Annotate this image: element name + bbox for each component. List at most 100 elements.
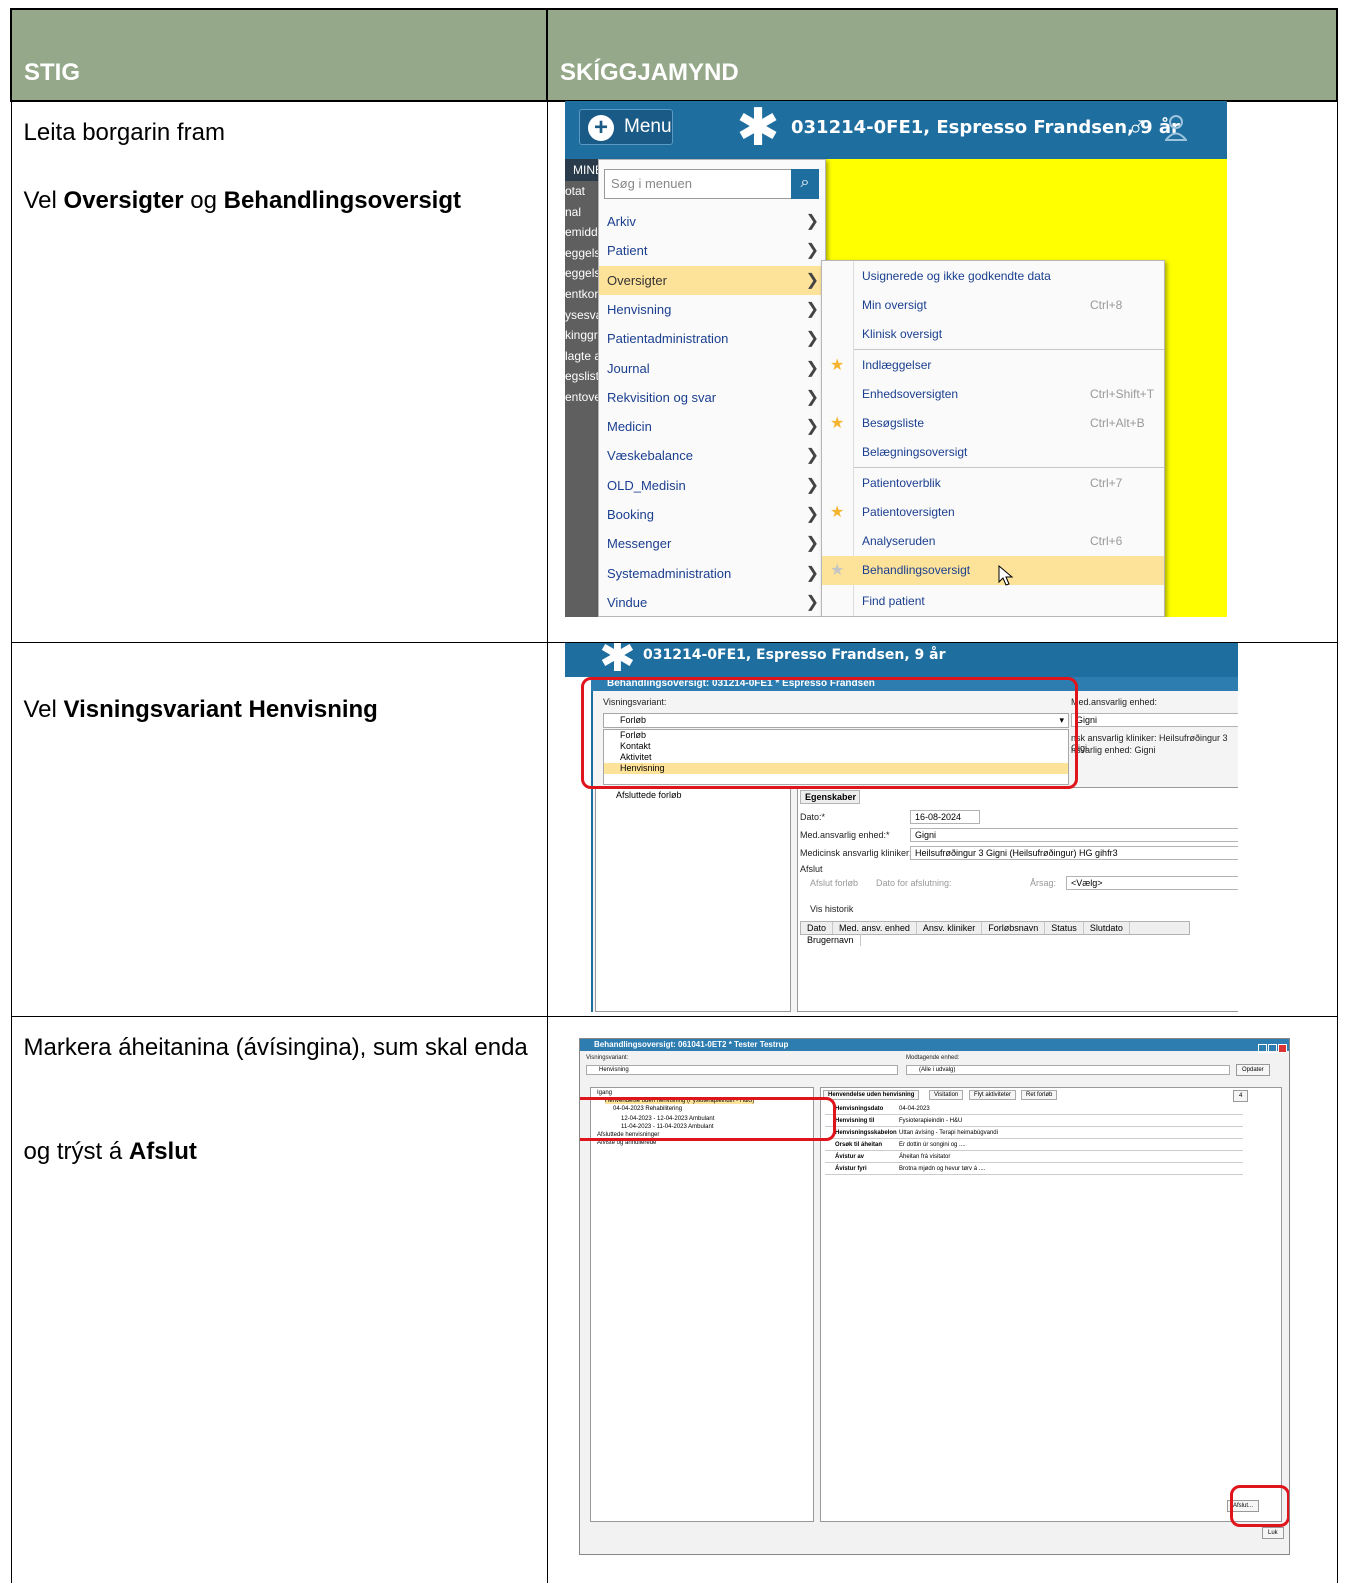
submenu-item[interactable]: Patientoverblik Ctrl+7	[822, 469, 1164, 498]
main-menu-item[interactable]: Væskebalance ❯	[599, 441, 825, 470]
detail-tab[interactable]: Henvendelse uden henvisning	[823, 1090, 920, 1100]
chevron-right-icon: ❯	[805, 388, 819, 406]
app-topbar: + Menu ✱ 031214-0FE1, Espresso Frandsen,…	[565, 101, 1227, 159]
main-menu-item[interactable]: Systemadministration ❯	[599, 559, 825, 588]
highlight-tree-box	[580, 1097, 836, 1141]
grid-column-header[interactable]: Dato	[801, 922, 834, 934]
main-menu-item[interactable]: Patient ❯	[599, 236, 825, 265]
main-menu-item[interactable]: OLD_Medisin ❯	[599, 471, 825, 500]
submenu-item[interactable]: Usignerede og ikke godkendte data	[822, 262, 1164, 291]
star-of-life-icon: ✱	[736, 101, 780, 157]
kliniker-field[interactable]: Heilsufrøðingur 3 Gigni (Heilsufrøðingur…	[910, 846, 1238, 860]
details-panel: Egenskaber Dato:* 16-08-2024 Med.ansvarl…	[797, 787, 1238, 1012]
aarsag-label: Årsag:	[1030, 878, 1057, 888]
step-1-line1: Leita borgarin fram	[23, 119, 225, 146]
chevron-right-icon: ❯	[805, 564, 819, 582]
menu-separator	[854, 349, 1164, 350]
favorite-star-icon[interactable]: ★	[830, 409, 844, 438]
main-menu-item[interactable]: Medicin ❯	[599, 412, 825, 441]
tree-item-closed[interactable]: Afsluttede forløb	[616, 790, 790, 800]
referral-tree[interactable]: Igang Henvendelse uden henvisning (Fysiot…	[590, 1087, 814, 1522]
visning-select[interactable]: Henvisning	[586, 1065, 898, 1075]
detail-field-row: Henvisningsskabelon Uttan ávísing - Terap…	[825, 1128, 1243, 1139]
chevron-right-icon: ❯	[805, 300, 819, 318]
main-menu: Søg i menuen ⌕ Arkiv ❯ Patient ❯ Oversigter ❯…	[598, 159, 826, 617]
shortcut-label: Ctrl+Shift+T	[1090, 387, 1155, 401]
tree-panel[interactable]: Afsluttede forløb	[595, 787, 791, 1012]
grid-column-header[interactable]: Ansv. kliniker	[917, 922, 983, 934]
step-2-text: Vel Visningsvariant Henvisning	[10, 641, 548, 1017]
chevron-right-icon: ❯	[805, 535, 819, 553]
submenu-item[interactable]: ★ Besøgsliste Ctrl+Alt+B	[822, 409, 1164, 438]
shortcut-label: Ctrl+7	[1090, 476, 1123, 490]
tab-egenskaber[interactable]: Egenskaber	[800, 790, 860, 804]
ansvar-label: Med.ansvarlig enhed:	[1071, 697, 1158, 707]
submenu-item[interactable]: ★ Behandlingsoversigt	[822, 556, 1164, 585]
grid-column-header[interactable]: Forløbsnavn	[982, 922, 1046, 934]
main-menu-item[interactable]: Patientadministration ❯	[599, 324, 825, 353]
favorite-star-icon[interactable]: ★	[830, 556, 844, 585]
ansvar-field[interactable]: Gigni	[1071, 713, 1238, 727]
kliniker-label: Medicinsk ansvarlig kliniker:	[800, 848, 912, 858]
tree-item[interactable]: Igang	[597, 1090, 612, 1096]
detail-field-row: Orsøk til áheitan Er dottin úr songini og…	[825, 1140, 1243, 1151]
search-icon[interactable]: ⌕	[791, 169, 819, 199]
favorite-star-icon[interactable]: ★	[830, 351, 844, 380]
grid-column-header[interactable]: Slutdato	[1084, 922, 1130, 934]
main-menu-item[interactable]: Journal ❯	[599, 354, 825, 383]
shortcut-label: Ctrl+Alt+B	[1090, 416, 1145, 430]
submenu-item[interactable]: Min oversigt Ctrl+8	[822, 291, 1164, 320]
main-menu-item[interactable]: Rekvisition og svar ❯	[599, 383, 825, 412]
modt-label: Modtagende enhed:	[906, 1055, 960, 1061]
mouse-cursor-icon	[998, 565, 1014, 586]
luk-button[interactable]: Luk	[1262, 1527, 1284, 1539]
main-menu-item[interactable]: Messenger ❯	[599, 529, 825, 558]
dato-label: Dato:*	[800, 812, 826, 822]
chevron-right-icon: ❯	[805, 359, 819, 377]
modt-select[interactable]: (Alle i udvalg)	[906, 1065, 1230, 1075]
menu-button[interactable]: + Menu	[579, 109, 673, 145]
submenu-item[interactable]: Enhedsoversigten Ctrl+Shift+T	[822, 380, 1164, 409]
detail-field-row: Henvisning til Fysioterapieindin - H&U	[825, 1116, 1243, 1127]
vis-historik-checkbox[interactable]: Vis historik	[810, 904, 853, 914]
main-menu-item[interactable]: Henvisning ❯	[599, 295, 825, 324]
grid-column-header[interactable]: Brugernavn	[801, 934, 861, 946]
detail-tab[interactable]: Flyt aktiviteter	[969, 1090, 1017, 1100]
enhed-field[interactable]: Gigni	[910, 828, 1238, 842]
male-icon: ♂	[1127, 111, 1148, 142]
chevron-right-icon: ❯	[805, 593, 819, 611]
submenu-item[interactable]: Find patient	[822, 587, 1164, 616]
submenu-item[interactable]: ★ Patientoversigten	[822, 498, 1164, 527]
person-icon[interactable]	[1165, 115, 1187, 141]
patient-title: 031214-0FE1, Espresso Frandsen, 9 år	[791, 117, 1180, 138]
opdater-button[interactable]: Opdater	[1236, 1064, 1270, 1076]
afslut-forlob-checkbox[interactable]: Afslut forløb	[810, 878, 858, 888]
chevron-right-icon: ❯	[805, 418, 819, 436]
submenu-item[interactable]: Analyseruden Ctrl+6	[822, 527, 1164, 556]
step-3-text: Markera áheitanina (ávísingina), sum ska…	[10, 1015, 548, 1583]
grid-column-header[interactable]: Status	[1045, 922, 1084, 934]
submenu-item[interactable]: Belægningsoversigt	[822, 438, 1164, 467]
submenu-item[interactable]: ★ Indlæggelser	[822, 351, 1164, 380]
aarsag-select[interactable]: <Vælg>	[1066, 876, 1238, 890]
submenu-item[interactable]: Klinisk oversigt	[822, 320, 1164, 349]
favorite-star-icon[interactable]: ★	[830, 498, 844, 527]
shortcut-label: Ctrl+6	[1090, 534, 1123, 548]
detail-tab[interactable]: Ret forløb	[1021, 1090, 1058, 1100]
main-menu-item[interactable]: Oversigter ❯	[599, 265, 825, 295]
detail-tab[interactable]: Visitation	[929, 1090, 964, 1100]
dato-field[interactable]: 16-08-2024	[910, 810, 980, 824]
screenshot-menu: + Menu ✱ 031214-0FE1, Espresso Frandsen,…	[565, 101, 1227, 617]
main-menu-item[interactable]: Arkiv ❯	[599, 207, 825, 236]
window-buttons[interactable]	[1257, 1040, 1287, 1053]
main-menu-item[interactable]: Booking ❯	[599, 500, 825, 529]
main-menu-item[interactable]: Vindue ❯	[599, 588, 825, 617]
enhed-label: Med.ansvarlig enhed:*	[800, 830, 890, 840]
grid-column-header[interactable]: Med. ansv. enhed	[833, 922, 917, 934]
plus-icon: +	[588, 115, 614, 141]
screenshot-visningsvariant: ✱ 031214-0FE1, Espresso Frandsen, 9 år B…	[565, 643, 1238, 1012]
step-3-line1: Markera áheitanina (ávísingina), sum ska…	[23, 1033, 528, 1061]
screenshot-afslut: Behandlingsoversigt: 061041-0ET2 * Teste…	[579, 1038, 1290, 1555]
detail-field-row: Henvisningsdato 04-04-2023	[825, 1104, 1243, 1115]
menu-search-input[interactable]: Søg i menuen ⌕	[604, 169, 819, 199]
